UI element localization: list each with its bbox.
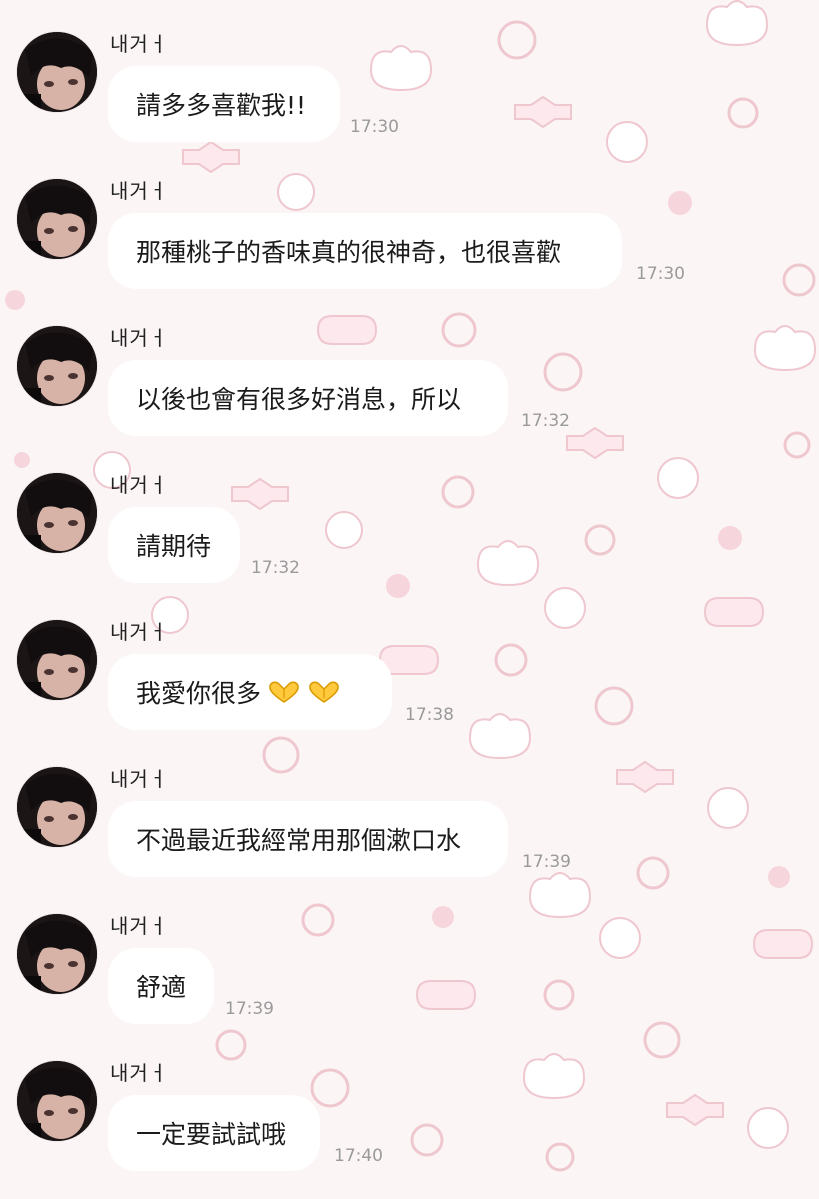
message-text: 請多多喜歡我!!	[136, 91, 307, 120]
avatar[interactable]	[17, 179, 97, 259]
message-bubble[interactable]: 舒適	[108, 948, 214, 1024]
avatar-image	[17, 620, 97, 700]
chat-message-list[interactable]: 내거ㅓ 請多多喜歡我!! 17:30 내거ㅓ 那種桃子的香味真的很神奇，也很喜歡…	[0, 0, 819, 1199]
avatar-image	[17, 914, 97, 994]
message-bubble[interactable]: 那種桃子的香味真的很神奇，也很喜歡	[108, 213, 622, 289]
message-text: 那種桃子的香味真的很神奇，也很喜歡	[136, 238, 562, 267]
avatar-image	[17, 32, 97, 112]
sender-name: 내거ㅓ	[110, 620, 169, 644]
sender-name: 내거ㅓ	[110, 767, 169, 791]
message-bubble[interactable]: 一定要試試哦	[108, 1095, 320, 1171]
message-time: 17:32	[251, 558, 300, 578]
avatar[interactable]	[17, 326, 97, 406]
avatar-image	[17, 767, 97, 847]
message-row: 내거ㅓ 不過最近我經常用那個漱口水 17:39	[0, 735, 819, 881]
avatar-image	[17, 179, 97, 259]
message-bubble[interactable]: 請期待	[108, 507, 240, 583]
message-time: 17:30	[350, 117, 399, 137]
sender-name: 내거ㅓ	[110, 473, 169, 497]
message-time: 17:30	[636, 264, 685, 284]
sender-name: 내거ㅓ	[110, 179, 169, 203]
sender-name: 내거ㅓ	[110, 914, 169, 938]
message-time: 17:40	[334, 1146, 383, 1166]
sender-name: 내거ㅓ	[110, 326, 169, 350]
heart-hands-emoji	[307, 680, 341, 704]
message-row: 내거ㅓ 那種桃子的香味真的很神奇，也很喜歡 17:30	[0, 147, 819, 293]
message-text: 舒適	[136, 973, 187, 1002]
sender-name: 내거ㅓ	[110, 32, 169, 56]
avatar[interactable]	[17, 1061, 97, 1141]
message-text: 一定要試試哦	[136, 1120, 287, 1149]
message-text: 請期待	[136, 532, 212, 561]
message-bubble[interactable]: 我愛你很多	[108, 654, 392, 730]
avatar-image	[17, 326, 97, 406]
message-bubble[interactable]: 請多多喜歡我!!	[108, 66, 340, 142]
message-text: 不過最近我經常用那個漱口水	[136, 826, 462, 855]
message-time: 17:39	[522, 852, 571, 872]
message-time: 17:39	[225, 999, 274, 1019]
message-text: 以後也會有很多好消息，所以	[136, 385, 462, 414]
message-row: 내거ㅓ 以後也會有很多好消息，所以 17:32	[0, 294, 819, 440]
sender-name: 내거ㅓ	[110, 1061, 169, 1085]
avatar[interactable]	[17, 620, 97, 700]
avatar[interactable]	[17, 914, 97, 994]
avatar[interactable]	[17, 32, 97, 112]
message-text: 我愛你很多	[136, 679, 262, 708]
message-row: 내거ㅓ 舒適 17:39	[0, 882, 819, 1028]
message-time: 17:32	[521, 411, 570, 431]
avatar[interactable]	[17, 473, 97, 553]
message-row: 내거ㅓ 我愛你很多 17:38	[0, 588, 819, 734]
heart-hands-emoji	[267, 680, 301, 704]
avatar-image	[17, 1061, 97, 1141]
message-bubble[interactable]: 不過最近我經常用那個漱口水	[108, 801, 508, 877]
message-row: 내거ㅓ 請期待 17:32	[0, 441, 819, 587]
avatar-image	[17, 473, 97, 553]
message-row: 내거ㅓ 一定要試試哦 17:40	[0, 1029, 819, 1175]
message-time: 17:38	[405, 705, 454, 725]
message-bubble[interactable]: 以後也會有很多好消息，所以	[108, 360, 508, 436]
message-row: 내거ㅓ 請多多喜歡我!! 17:30	[0, 0, 819, 146]
avatar[interactable]	[17, 767, 97, 847]
